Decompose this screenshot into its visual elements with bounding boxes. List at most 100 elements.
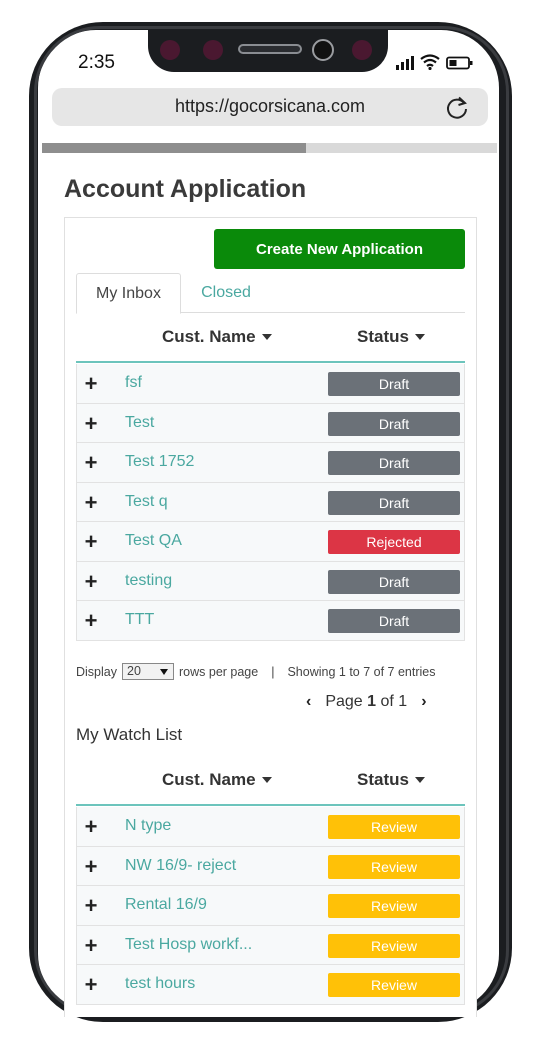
cust-name-sort[interactable]: Cust. Name bbox=[162, 327, 272, 347]
status-sort[interactable]: Status bbox=[357, 770, 425, 790]
page-title: Account Application bbox=[64, 175, 307, 203]
progress-fill bbox=[42, 143, 306, 153]
expand-row-icon[interactable]: + bbox=[83, 854, 99, 880]
pagination-separator: | bbox=[271, 664, 275, 679]
rows-per-page-select[interactable]: 20 bbox=[122, 663, 174, 680]
customer-name-link[interactable]: test hours bbox=[125, 975, 195, 993]
display-label: Display bbox=[76, 664, 117, 679]
expand-row-icon[interactable]: + bbox=[83, 450, 99, 476]
page-load-progress bbox=[42, 143, 497, 153]
rows-per-page-value: 20 bbox=[127, 664, 141, 678]
tab-my-inbox[interactable]: My Inbox bbox=[76, 273, 181, 314]
status-sort[interactable]: Status bbox=[357, 327, 425, 347]
status-badge: Draft bbox=[328, 372, 460, 396]
table-row[interactable]: + TTT Draft bbox=[77, 601, 464, 641]
expand-row-icon[interactable]: + bbox=[83, 569, 99, 595]
expand-row-icon[interactable]: + bbox=[83, 608, 99, 634]
customer-name-link[interactable]: testing bbox=[125, 572, 172, 590]
page-indicator: Page 1 of 1 bbox=[325, 693, 407, 711]
expand-row-icon[interactable]: + bbox=[83, 490, 99, 516]
url-text[interactable]: https://gocorsicana.com bbox=[52, 96, 488, 117]
inbox-table-body: + fsf Draft + Test Draft + Test 1752 Draft + Test … bbox=[76, 364, 465, 641]
expand-row-icon[interactable]: + bbox=[83, 972, 99, 998]
sensor-glow bbox=[203, 40, 223, 60]
create-new-application-button[interactable]: Create New Application bbox=[214, 229, 465, 269]
address-bar[interactable]: https://gocorsicana.com bbox=[52, 88, 488, 126]
sort-caret-icon bbox=[261, 777, 272, 783]
page-prefix: Page bbox=[325, 693, 363, 710]
table-row[interactable]: + testing Draft bbox=[77, 561, 464, 601]
customer-name-link[interactable]: Test bbox=[125, 414, 154, 432]
expand-row-icon[interactable]: + bbox=[83, 371, 99, 397]
customer-name-link[interactable]: Test Hosp workf... bbox=[125, 936, 252, 954]
expand-row-icon[interactable]: + bbox=[83, 529, 99, 555]
signal-icon bbox=[396, 56, 414, 70]
status-badge: Review bbox=[328, 815, 460, 839]
sort-caret-icon bbox=[414, 777, 425, 783]
customer-name-link[interactable]: Test 1752 bbox=[125, 453, 194, 471]
table-row[interactable]: + Test 1752 Draft bbox=[77, 443, 464, 483]
entries-summary: Showing 1 to 7 of 7 entries bbox=[287, 664, 436, 679]
table-row[interactable]: + N type Review bbox=[77, 807, 464, 847]
status-badge: Review bbox=[328, 854, 460, 879]
customer-name-link[interactable]: TTT bbox=[125, 611, 154, 629]
status-badge: Draft bbox=[328, 451, 460, 475]
inbox-tabs: My Inbox Closed bbox=[76, 273, 465, 314]
customer-name-link[interactable]: Rental 16/9 bbox=[125, 896, 207, 914]
chevron-right-icon[interactable]: › bbox=[421, 693, 426, 711]
sensor-glow bbox=[160, 40, 180, 60]
table-row[interactable]: + Test QA Rejected bbox=[77, 522, 464, 562]
table-row[interactable]: + Test Hosp workf... Review bbox=[77, 925, 464, 965]
front-camera bbox=[312, 39, 334, 61]
table-row[interactable]: + Test Draft bbox=[77, 403, 464, 443]
status-icons bbox=[396, 54, 474, 70]
customer-name-link[interactable]: N type bbox=[125, 817, 171, 835]
wifi-icon bbox=[420, 54, 440, 70]
status-badge: Review bbox=[328, 973, 460, 997]
page-navigation: ‹ Page 1 of 1 › bbox=[306, 693, 427, 711]
sensor-glow bbox=[352, 40, 372, 60]
expand-row-icon[interactable]: + bbox=[83, 933, 99, 959]
table-row[interactable]: + Test q Draft bbox=[77, 482, 464, 522]
watchlist-table-body: + N type Review + NW 16/9- reject Review + Rent… bbox=[76, 807, 465, 1005]
dropdown-arrow-icon bbox=[160, 669, 168, 675]
status-badge: Draft bbox=[328, 411, 460, 436]
customer-name-link[interactable]: Test QA bbox=[125, 532, 182, 550]
customer-name-link[interactable]: Test q bbox=[125, 493, 168, 511]
column-header-label: Status bbox=[357, 770, 409, 789]
table-row[interactable]: + fsf Draft bbox=[77, 364, 464, 404]
status-time: 2:35 bbox=[78, 52, 115, 73]
status-badge: Review bbox=[328, 933, 460, 958]
customer-name-link[interactable]: fsf bbox=[125, 374, 142, 392]
watchlist-table-header: Cust. Name Status bbox=[76, 756, 465, 806]
table-row[interactable]: + NW 16/9- reject Review bbox=[77, 846, 464, 886]
rows-per-page-label: rows per page bbox=[179, 664, 259, 679]
status-badge: Review bbox=[328, 894, 460, 918]
watch-list-title: My Watch List bbox=[76, 725, 183, 744]
sort-caret-icon bbox=[261, 334, 272, 340]
status-badge: Draft bbox=[328, 569, 460, 594]
status-badge: Draft bbox=[328, 609, 460, 633]
inbox-table-header: Cust. Name Status bbox=[76, 313, 465, 363]
sort-caret-icon bbox=[414, 334, 425, 340]
expand-row-icon[interactable]: + bbox=[83, 814, 99, 840]
speaker-grille bbox=[238, 44, 302, 54]
reload-icon[interactable] bbox=[444, 95, 470, 121]
table-row[interactable]: + Rental 16/9 Review bbox=[77, 886, 464, 926]
page-total: of 1 bbox=[380, 693, 408, 710]
status-badge: Rejected bbox=[328, 530, 460, 554]
column-header-label: Status bbox=[357, 327, 409, 346]
tab-closed[interactable]: Closed bbox=[186, 273, 266, 313]
battery-icon bbox=[446, 56, 473, 70]
page-current: 1 bbox=[367, 693, 377, 710]
column-header-label: Cust. Name bbox=[162, 770, 256, 789]
table-row[interactable]: + test hours Review bbox=[77, 965, 464, 1005]
customer-name-link[interactable]: NW 16/9- reject bbox=[125, 857, 236, 875]
chevron-left-icon[interactable]: ‹ bbox=[306, 693, 311, 711]
cust-name-sort[interactable]: Cust. Name bbox=[162, 770, 272, 790]
pagination-info: Display 20 rows per page | Showing 1 to … bbox=[76, 663, 435, 680]
expand-row-icon[interactable]: + bbox=[83, 411, 99, 437]
status-badge: Draft bbox=[328, 490, 460, 515]
column-header-label: Cust. Name bbox=[162, 327, 256, 346]
expand-row-icon[interactable]: + bbox=[83, 893, 99, 919]
